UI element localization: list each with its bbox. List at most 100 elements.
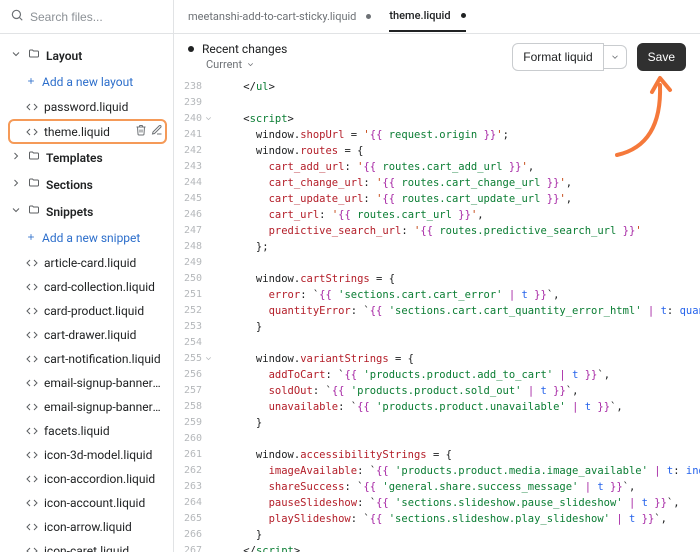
file-row[interactable]: cart-notification.liquid xyxy=(0,347,173,371)
code-line[interactable]: 260 xyxy=(174,431,700,447)
bullet-icon xyxy=(188,46,194,52)
file-label: icon-account.liquid xyxy=(44,496,145,510)
gutter: 257 xyxy=(174,383,212,399)
code-line[interactable]: 241 window.shopUrl = '{{ request.origin … xyxy=(174,127,700,143)
code-text xyxy=(212,335,218,351)
code-line[interactable]: 254 xyxy=(174,335,700,351)
code-line[interactable]: 250 window.cartStrings = { xyxy=(174,271,700,287)
code-line[interactable]: 255 window.variantStrings = { xyxy=(174,351,700,367)
gutter: 255 xyxy=(174,351,212,367)
file-row[interactable]: article-card.liquid xyxy=(0,251,173,275)
file-label: card-product.liquid xyxy=(44,304,144,318)
plus-icon xyxy=(26,75,36,89)
code-editor[interactable]: 238 </ul>239240 <script>241 window.shopU… xyxy=(174,79,700,552)
code-line[interactable]: 243 cart_add_url: '{{ routes.cart_add_ur… xyxy=(174,159,700,175)
code-text: } xyxy=(212,415,262,431)
file-label: email-signup-banner-background... xyxy=(44,376,163,390)
code-line[interactable]: 245 cart_update_url: '{{ routes.cart_upd… xyxy=(174,191,700,207)
tab-theme[interactable]: theme.liquid xyxy=(389,9,465,32)
code-line[interactable]: 256 addToCart: `{{ 'products.product.add… xyxy=(174,367,700,383)
code-line[interactable]: 261 window.accessibilityStrings = { xyxy=(174,447,700,463)
file-row[interactable]: card-collection.liquid xyxy=(0,275,173,299)
code-line[interactable]: 252 quantityError: `{{ 'sections.cart.ca… xyxy=(174,303,700,319)
gutter: 264 xyxy=(174,495,212,511)
code-line[interactable]: 257 soldOut: `{{ 'products.product.sold_… xyxy=(174,383,700,399)
fold-icon[interactable] xyxy=(204,113,213,122)
gutter: 249 xyxy=(174,255,212,271)
gutter: 251 xyxy=(174,287,212,303)
folder-label: Sections xyxy=(46,178,93,192)
dirty-dot-icon xyxy=(461,13,466,18)
code-text: <script> xyxy=(212,111,294,127)
code-line[interactable]: 258 unavailable: `{{ 'products.product.u… xyxy=(174,399,700,415)
file-row[interactable]: icon-arrow.liquid xyxy=(0,515,173,539)
add-snippet-link[interactable]: Add a new snippet xyxy=(0,225,173,251)
code-text: predictive_search_url: '{{ routes.predic… xyxy=(212,223,642,239)
code-line[interactable]: 251 error: `{{ 'sections.cart.cart_error… xyxy=(174,287,700,303)
file-row[interactable]: card-product.liquid xyxy=(0,299,173,323)
code-line[interactable]: 247 predictive_search_url: '{{ routes.pr… xyxy=(174,223,700,239)
code-line[interactable]: 248 }; xyxy=(174,239,700,255)
save-label: Save xyxy=(648,50,675,64)
tab-meetanshi[interactable]: meetanshi-add-to-cart-sticky.liquid xyxy=(188,10,371,31)
edit-icon[interactable] xyxy=(151,124,163,139)
code-line[interactable]: 249 xyxy=(174,255,700,271)
file-row[interactable]: icon-3d-model.liquid xyxy=(0,443,173,467)
file-row[interactable]: icon-accordion.liquid xyxy=(0,467,173,491)
folder-snippets[interactable]: Snippets xyxy=(0,198,173,225)
file-row[interactable]: theme.liquid xyxy=(0,119,173,144)
code-line[interactable]: 265 playSlideshow: `{{ 'sections.slidesh… xyxy=(174,511,700,527)
file-row[interactable]: facets.liquid xyxy=(0,419,173,443)
format-liquid-dropdown[interactable] xyxy=(604,45,627,69)
file-row[interactable]: password.liquid xyxy=(0,95,173,119)
folder-sections[interactable]: Sections xyxy=(0,171,173,198)
code-line[interactable]: 262 imageAvailable: `{{ 'products.produc… xyxy=(174,463,700,479)
trash-icon[interactable] xyxy=(135,124,147,139)
search-wrap xyxy=(0,0,173,34)
code-line[interactable]: 238 </ul> xyxy=(174,79,700,95)
folder-icon xyxy=(28,150,40,165)
code-line[interactable]: 267 </script> xyxy=(174,543,700,552)
code-line[interactable]: 264 pauseSlideshow: `{{ 'sections.slides… xyxy=(174,495,700,511)
file-label: cart-notification.liquid xyxy=(44,352,161,366)
gutter: 254 xyxy=(174,335,212,351)
gutter: 258 xyxy=(174,399,212,415)
file-row[interactable]: email-signup-banner-background... xyxy=(0,395,173,419)
file-row[interactable]: icon-caret.liquid xyxy=(0,539,173,552)
code-text: error: `{{ 'sections.cart.cart_error' | … xyxy=(212,287,559,303)
code-line[interactable]: 263 shareSuccess: `{{ 'general.share.suc… xyxy=(174,479,700,495)
file-row[interactable]: email-signup-banner-background... xyxy=(0,371,173,395)
code-line[interactable]: 266 } xyxy=(174,527,700,543)
file-row[interactable]: icon-account.liquid xyxy=(0,491,173,515)
plus-icon xyxy=(26,231,36,245)
file-label: email-signup-banner-background... xyxy=(44,400,163,414)
format-label: Format liquid xyxy=(523,50,592,64)
folder-templates[interactable]: Templates xyxy=(0,144,173,171)
code-text: } xyxy=(212,527,262,543)
format-liquid-button[interactable]: Format liquid xyxy=(512,43,603,71)
code-line[interactable]: 244 cart_change_url: '{{ routes.cart_cha… xyxy=(174,175,700,191)
search-input[interactable] xyxy=(30,10,163,24)
add-snippet-label: Add a new snippet xyxy=(42,231,140,245)
file-row[interactable]: cart-drawer.liquid xyxy=(0,323,173,347)
save-button[interactable]: Save xyxy=(637,43,686,71)
code-text xyxy=(212,95,218,111)
gutter: 267 xyxy=(174,543,212,552)
code-line[interactable]: 259 } xyxy=(174,415,700,431)
code-line[interactable]: 253 } xyxy=(174,319,700,335)
fold-icon[interactable] xyxy=(204,353,213,362)
file-tree[interactable]: Layout Add a new layout password.liquid … xyxy=(0,34,173,552)
add-layout-link[interactable]: Add a new layout xyxy=(0,69,173,95)
gutter: 238 xyxy=(174,79,212,95)
code-line[interactable]: 240 <script> xyxy=(174,111,700,127)
version-selector[interactable]: Current xyxy=(206,58,255,71)
gutter: 253 xyxy=(174,319,212,335)
code-line[interactable]: 242 window.routes = { xyxy=(174,143,700,159)
code-text: addToCart: `{{ 'products.product.add_to_… xyxy=(212,367,610,383)
folder-layout[interactable]: Layout xyxy=(0,42,173,69)
gutter: 240 xyxy=(174,111,212,127)
code-line[interactable]: 246 cart_url: '{{ routes.cart_url }}', xyxy=(174,207,700,223)
recent-changes[interactable]: Recent changes xyxy=(188,42,287,56)
gutter: 244 xyxy=(174,175,212,191)
code-line[interactable]: 239 xyxy=(174,95,700,111)
